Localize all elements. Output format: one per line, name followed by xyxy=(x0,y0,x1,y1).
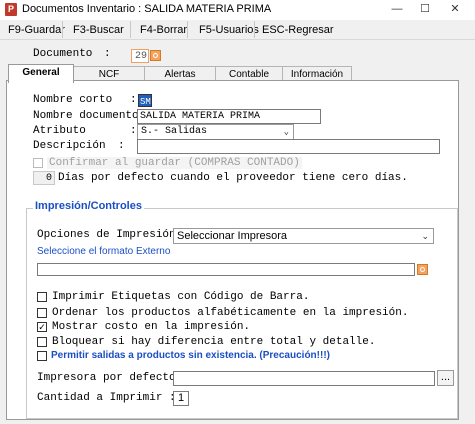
atributo-colon: : xyxy=(130,125,137,137)
menu-buscar[interactable]: F3-Buscar xyxy=(69,21,128,39)
menu-separator xyxy=(130,21,131,38)
bloquear-checkbox[interactable] xyxy=(37,337,47,347)
impresora-defecto-label: Impresora por defecto: xyxy=(37,372,183,384)
app-logo-icon: P xyxy=(5,3,17,16)
nombre-documento-field[interactable]: SALIDA MATERIA PRIMA xyxy=(137,109,321,124)
descripcion-label: Descripción xyxy=(33,140,106,152)
documento-search-icon[interactable] xyxy=(150,50,161,61)
tab-general[interactable]: General xyxy=(8,64,74,83)
mostrar-costo-checkbox[interactable]: ✓ xyxy=(37,322,47,332)
impresion-title: Impresión/Controles xyxy=(33,200,144,212)
close-button[interactable]: ✕ xyxy=(440,0,470,20)
formato-externo-field[interactable] xyxy=(37,263,415,276)
descripcion-colon: : xyxy=(118,140,125,152)
menu-separator xyxy=(187,21,188,38)
descripcion-field[interactable] xyxy=(137,139,440,154)
impresora-browse-button[interactable]: ... xyxy=(437,370,454,386)
documento-colon: : xyxy=(104,48,111,60)
documento-label: Documento xyxy=(33,48,93,60)
confirmar-checkbox[interactable] xyxy=(33,158,43,168)
atributo-select-value: S.- Salidas xyxy=(141,126,208,137)
cantidad-field[interactable]: 1 xyxy=(173,391,189,406)
opciones-impresion-value: Seleccionar Impresora xyxy=(177,230,288,242)
atributo-label: Atributo xyxy=(33,125,86,137)
menu-separator xyxy=(254,21,255,38)
nombre-corto-field[interactable]: SM xyxy=(138,94,152,107)
ordenar-checkbox[interactable] xyxy=(37,308,47,318)
menu-borrar[interactable]: F4-Borrar xyxy=(136,21,191,39)
formato-externo-label: Seleccione el formato Externo xyxy=(37,246,171,257)
etiquetas-label: Imprimir Etiquetas con Código de Barra. xyxy=(52,291,310,303)
permitir-salidas-checkbox[interactable] xyxy=(37,351,47,361)
opciones-impresion-select[interactable]: Seleccionar Impresora ⌄ xyxy=(173,228,434,244)
confirmar-label: Confirmar al guardar (COMPRAS CONTADO) xyxy=(47,157,302,169)
mostrar-costo-label: Mostrar costo en la impresión. xyxy=(52,321,251,333)
maximize-button[interactable]: ☐ xyxy=(410,0,440,20)
chevron-down-icon: ⌄ xyxy=(421,231,429,241)
menu-regresar[interactable]: ESC-Regresar xyxy=(258,21,338,39)
dias-defecto-field[interactable]: 0 xyxy=(33,171,55,185)
dias-defecto-label: Días por defecto cuando el proveedor tie… xyxy=(58,172,408,184)
menu-usuarios[interactable]: F5-Usuarios xyxy=(195,21,263,39)
nombre-corto-colon: : xyxy=(130,94,137,106)
etiquetas-checkbox[interactable] xyxy=(37,292,47,302)
window-title: Documentos Inventario : SALIDA MATERIA P… xyxy=(22,3,272,15)
ordenar-label: Ordenar los productos alfabéticamente en… xyxy=(52,307,409,319)
minimize-button[interactable]: — xyxy=(382,0,412,20)
impresora-defecto-field[interactable] xyxy=(173,371,435,386)
bloquear-label: Bloquear si hay diferencia entre total y… xyxy=(52,336,376,348)
formato-search-icon[interactable] xyxy=(417,264,428,275)
permitir-salidas-label: Permitir salidas a productos sin existen… xyxy=(51,350,330,361)
documento-field[interactable]: 29 xyxy=(131,49,149,63)
opciones-impresion-label: Opciones de Impresión: xyxy=(37,229,183,241)
nombre-corto-label: Nombre corto xyxy=(33,94,113,106)
cantidad-label: Cantidad a Imprimir : xyxy=(37,392,176,404)
menu-guardar[interactable]: F9-Guardar xyxy=(4,21,69,39)
atributo-select[interactable]: S.- Salidas ⌄ xyxy=(137,124,294,140)
nombre-documento-label: Nombre documento: xyxy=(33,110,146,122)
menu-separator xyxy=(62,21,63,38)
chevron-down-icon: ⌄ xyxy=(283,127,289,137)
